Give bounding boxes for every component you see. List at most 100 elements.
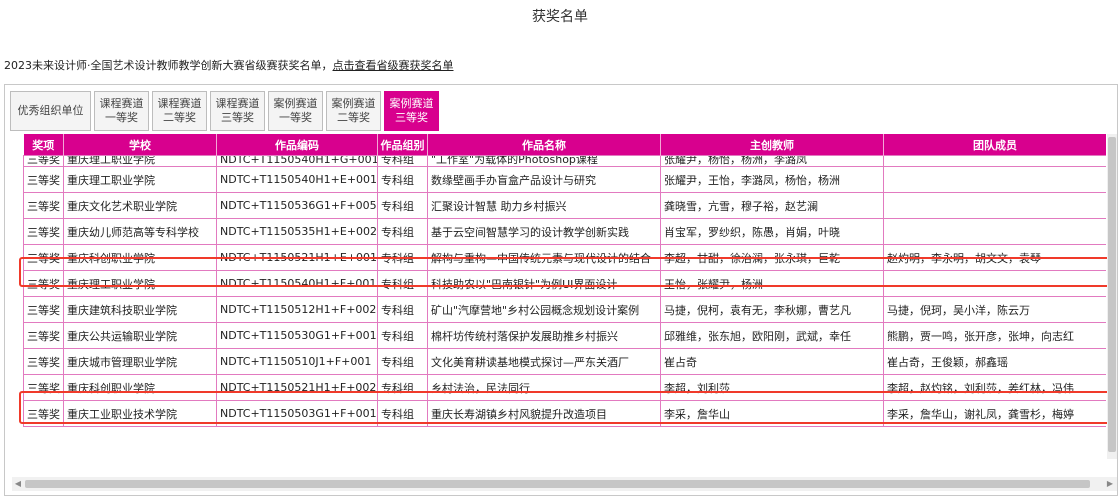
subtitle: 2023未来设计师·全国艺术设计教师教学创新大赛省级赛获奖名单，点击查看省级赛获… <box>4 57 454 73</box>
tab-label: 课程赛道 <box>215 97 260 110</box>
cell-award: 三等奖 <box>23 374 64 401</box>
cell-lead-teacher: 王怡，张耀尹，杨洲 <box>660 270 884 297</box>
cell-code: NDTC+T1150540H1+E+001 <box>216 166 378 193</box>
cell-award: 三等奖 <box>23 270 64 297</box>
cell-team <box>883 218 1106 245</box>
tab-label: 案例赛道 <box>389 97 434 110</box>
cell-school: 重庆科创职业学院 <box>63 374 217 401</box>
cell-team: 李采，詹华山，谢礼凤，龚雪杉，梅婷 <box>883 400 1106 427</box>
tab-course-third[interactable]: 课程赛道 三等奖 <box>210 91 265 131</box>
cell-work-name: 汇聚设计智慧 助力乡村振兴 <box>427 192 661 219</box>
cell-team: 赵灼明，李永明，胡文文，袁琴 <box>883 244 1106 271</box>
tab-label: 优秀组织单位 <box>17 104 84 117</box>
tab-label: 案例赛道 <box>331 97 376 110</box>
cell-group: 专科组 <box>377 155 428 167</box>
scroll-right-arrow-icon[interactable]: ▶ <box>1104 477 1116 491</box>
tab-label: 课程赛道 <box>157 97 202 110</box>
table-row: 三等奖 重庆工业职业技术学院 NDTC+T1150503G1+F+001 专科组… <box>23 400 1106 427</box>
cell-team: 李超，赵灼铭，刘利莎，姜红林，冯伟 <box>883 374 1106 401</box>
cell-work-name: "工作室"为载体的Photoshop课程 <box>427 155 661 167</box>
scroll-left-arrow-icon[interactable]: ◀ <box>12 477 24 491</box>
cell-group: 专科组 <box>377 218 428 245</box>
cell-school: 重庆理工职业学院 <box>63 155 217 167</box>
cell-group: 专科组 <box>377 270 428 297</box>
cell-lead-teacher: 肖宝军，罗纱织，陈愚，肖娟，叶晓 <box>660 218 884 245</box>
cell-group: 专科组 <box>377 374 428 401</box>
cell-school: 重庆科创职业学院 <box>63 244 217 271</box>
cell-school: 重庆公共运输职业学院 <box>63 322 217 349</box>
cell-school: 重庆工业职业技术学院 <box>63 400 217 427</box>
tab-case-third[interactable]: 案例赛道 三等奖 <box>384 91 439 131</box>
cell-code: NDTC+T1150536G1+F+005 <box>216 192 378 219</box>
tab-case-first[interactable]: 案例赛道 一等奖 <box>268 91 323 131</box>
cell-team <box>883 155 1106 167</box>
cell-team: 马捷，倪珂，吴小洋，陈云万 <box>883 296 1106 323</box>
cell-lead-teacher: 张耀尹，王怡，李潞凤，杨怡，杨洲 <box>660 166 884 193</box>
table-row: 三等奖 重庆文化艺术职业学院 NDTC+T1150536G1+F+005 专科组… <box>23 192 1106 219</box>
cell-code: NDTC+T1150521H1+E+001 <box>216 244 378 271</box>
table-row: 三等奖 重庆理工职业学院 NDTC+T1150540H1+F+001 专科组 科… <box>23 270 1106 297</box>
cell-award: 三等奖 <box>23 244 64 271</box>
table-row: 三等奖 重庆建筑科技职业学院 NDTC+T1150512H1+F+002 专科组… <box>23 296 1106 323</box>
cell-group: 专科组 <box>377 348 428 375</box>
header-team: 团队成员 <box>883 134 1106 156</box>
cell-group: 专科组 <box>377 244 428 271</box>
cell-work-name: 乡村法治，民法同行 <box>427 374 661 401</box>
cell-code: NDTC+T1150521H1+F+002 <box>216 374 378 401</box>
cell-award: 三等奖 <box>23 400 64 427</box>
tab-sublabel: 三等奖 <box>221 111 254 124</box>
cell-lead-teacher: 崔占奇 <box>660 348 884 375</box>
cell-team <box>883 166 1106 193</box>
award-tabs: 优秀组织单位 课程赛道 一等奖 课程赛道 二等奖 课程赛道 三等奖 案例赛道 一… <box>10 91 439 133</box>
tab-organization[interactable]: 优秀组织单位 <box>10 91 91 131</box>
cell-work-name: 矿山"汽摩营地"乡村公园概念规划设计案例 <box>427 296 661 323</box>
cell-award: 三等奖 <box>23 166 64 193</box>
cell-school: 重庆城市管理职业学院 <box>63 348 217 375</box>
table-row: 三等奖 重庆科创职业学院 NDTC+T1150521H1+E+001 专科组 解… <box>23 244 1106 271</box>
table-row: 三等奖 重庆科创职业学院 NDTC+T1150521H1+F+002 专科组 乡… <box>23 374 1106 401</box>
cell-code: NDTC+T1150512H1+F+002 <box>216 296 378 323</box>
tab-label: 案例赛道 <box>273 97 318 110</box>
header-school: 学校 <box>63 134 217 156</box>
table-row: 三等奖 重庆理工职业学院 NDTC+T1150540H1+G+001 专科组 "… <box>23 155 1106 167</box>
header-group: 作品组别 <box>377 134 428 156</box>
cell-group: 专科组 <box>377 166 428 193</box>
cell-code: NDTC+T1150540H1+F+001 <box>216 270 378 297</box>
cell-lead-teacher: 邱雅维，张东旭，欧阳刚，武斌，幸任 <box>660 322 884 349</box>
table-row: 三等奖 重庆理工职业学院 NDTC+T1150540H1+E+001 专科组 数… <box>23 166 1106 193</box>
tab-sublabel: 一等奖 <box>279 111 312 124</box>
cell-lead-teacher: 马捷，倪柯，袁有无，李秋娜，曹艺凡 <box>660 296 884 323</box>
tab-course-first[interactable]: 课程赛道 一等奖 <box>94 91 149 131</box>
header-award: 奖项 <box>23 134 64 156</box>
cell-code: NDTC+T1150503G1+F+001 <box>216 400 378 427</box>
cell-school: 重庆建筑科技职业学院 <box>63 296 217 323</box>
provincial-list-link[interactable]: 点击查看省级赛获奖名单 <box>333 59 454 72</box>
cell-award: 三等奖 <box>23 296 64 323</box>
cell-lead-teacher: 张耀尹，杨怡，杨洲，李潞凤 <box>660 155 884 167</box>
tab-case-second[interactable]: 案例赛道 二等奖 <box>326 91 381 131</box>
header-lead-teacher: 主创教师 <box>660 134 884 156</box>
cell-work-name: 基于云空间智慧学习的设计教学创新实践 <box>427 218 661 245</box>
tab-course-second[interactable]: 课程赛道 二等奖 <box>152 91 207 131</box>
cell-team: 熊鹏，贾一鸣，张开彦，张坤，向志红 <box>883 322 1106 349</box>
tab-sublabel: 二等奖 <box>163 111 196 124</box>
cell-group: 专科组 <box>377 322 428 349</box>
cell-school: 重庆幼儿师范高等专科学校 <box>63 218 217 245</box>
tab-sublabel: 二等奖 <box>337 111 370 124</box>
cell-code: NDTC+T1150540H1+G+001 <box>216 155 378 167</box>
header-work-name: 作品名称 <box>427 134 661 156</box>
vertical-scroll-thumb[interactable] <box>1108 137 1116 452</box>
cell-code: NDTC+T1150510J1+F+001 <box>216 348 378 375</box>
cell-award: 三等奖 <box>23 322 64 349</box>
horizontal-scroll-thumb[interactable] <box>25 480 1090 488</box>
subtitle-text: 2023未来设计师·全国艺术设计教师教学创新大赛省级赛获奖名单， <box>4 59 333 72</box>
tab-sublabel: 一等奖 <box>105 111 138 124</box>
awards-table-container[interactable]: 奖项 学校 作品编码 作品组别 作品名称 主创教师 团队成员 三等奖 重庆理工职… <box>23 134 1106 456</box>
cell-school: 重庆理工职业学院 <box>63 270 217 297</box>
cell-work-name: 数缘壁画手办盲盒产品设计与研究 <box>427 166 661 193</box>
cell-group: 专科组 <box>377 400 428 427</box>
cell-work-name: 文化美育耕读基地模式探讨—严东关酒厂 <box>427 348 661 375</box>
cell-work-name: 解构与重构—中国传统元素与现代设计的结合 <box>427 244 661 271</box>
tab-sublabel: 三等奖 <box>395 111 428 124</box>
page-title: 获奖名单 <box>532 9 588 25</box>
